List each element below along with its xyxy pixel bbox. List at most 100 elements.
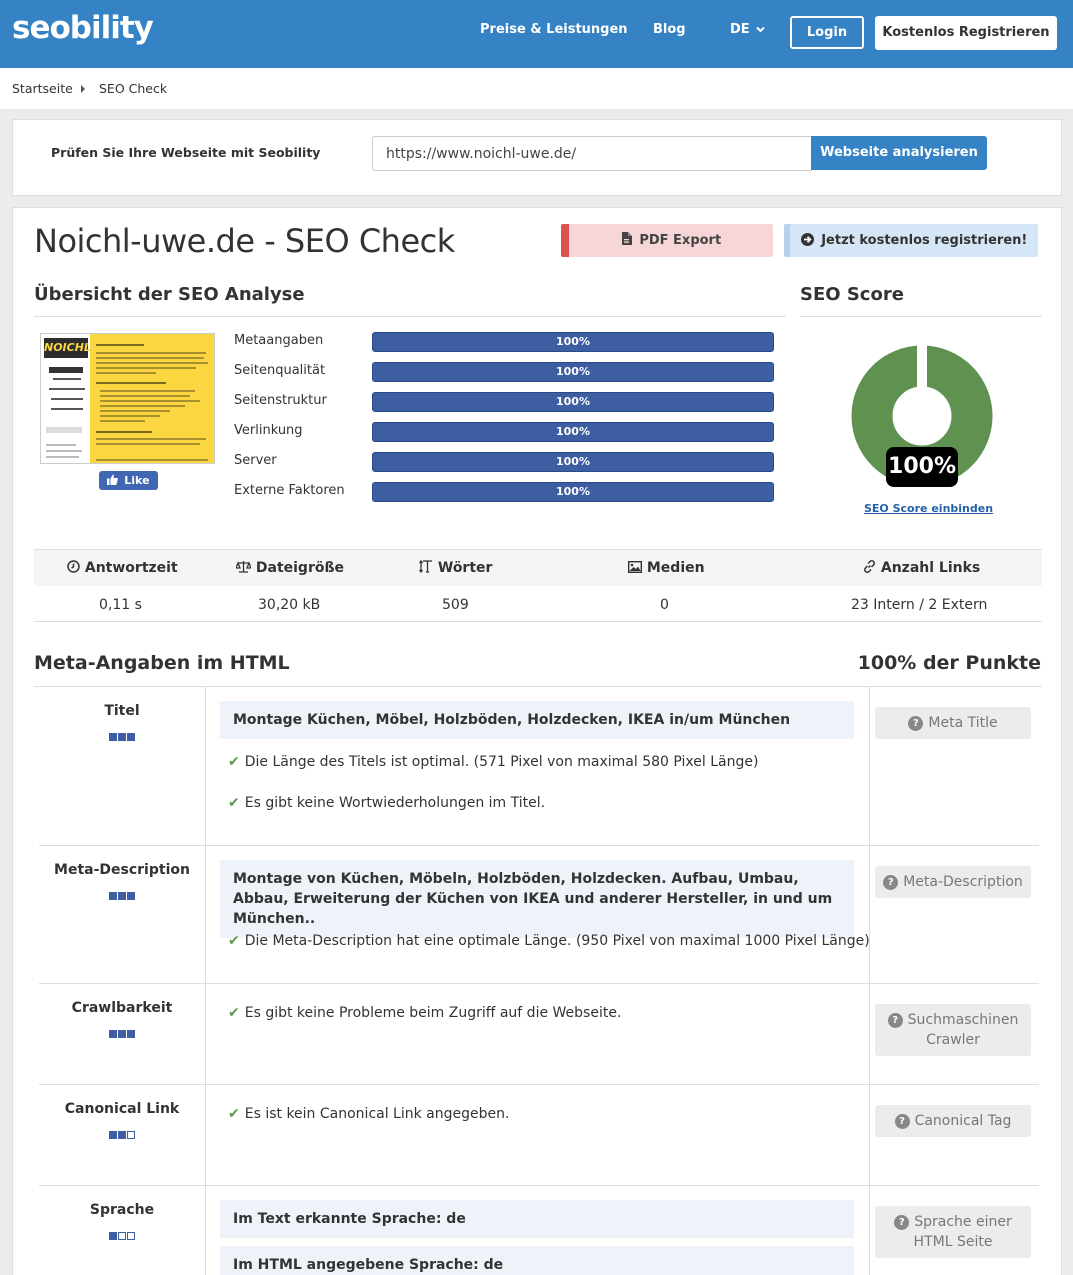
description-value-box: Montage von Küchen, Möbeln, Holzböden, H… bbox=[220, 860, 854, 938]
balance-scale-icon bbox=[235, 561, 252, 573]
importance-indicator bbox=[39, 1023, 205, 1042]
seo-score-heading: SEO Score bbox=[800, 284, 904, 305]
help-meta-description-button[interactable]: ? Meta-Description bbox=[875, 866, 1031, 898]
check-icon: ✔ bbox=[228, 1106, 240, 1122]
check-text: Es ist kein Canonical Link angegeben. bbox=[244, 1106, 510, 1122]
thumbnail-text-line bbox=[96, 459, 208, 461]
main-panel: Noichl-uwe.de - SEO Check PDF Export Jet… bbox=[12, 207, 1062, 1275]
seo-score-embed-link[interactable]: SEO Score einbinden bbox=[864, 502, 993, 515]
overview-heading: Übersicht der SEO Analyse bbox=[34, 284, 305, 305]
thumbnail-text-line bbox=[96, 362, 208, 364]
thumbnail-logo: NOICHL bbox=[44, 338, 91, 358]
thumbnail-nav-line bbox=[46, 450, 82, 452]
importance-dot-empty bbox=[127, 1131, 135, 1139]
thumbnail-text-line bbox=[100, 420, 145, 422]
stat-words: Wörter bbox=[418, 559, 493, 576]
importance-dot-empty bbox=[118, 1232, 126, 1240]
help-canonical-button[interactable]: ? Canonical Tag bbox=[875, 1105, 1031, 1137]
score-bar-externe-faktoren: 100% bbox=[372, 482, 774, 502]
column-divider bbox=[205, 686, 206, 1275]
importance-dot bbox=[127, 1030, 135, 1038]
row-divider bbox=[39, 1185, 1039, 1186]
check-panel: Prüfen Sie Ihre Webseite mit Seobility W… bbox=[12, 119, 1062, 196]
check-text: Es gibt keine Probleme beim Zugriff auf … bbox=[244, 1005, 622, 1021]
check-icon: ✔ bbox=[228, 933, 240, 949]
meta-section-points: 100% der Punkte bbox=[857, 652, 1041, 674]
row-divider bbox=[39, 1084, 1039, 1085]
thumbnail-text-line bbox=[100, 415, 160, 417]
row-label-crawlbarkeit: Crawlbarkeit bbox=[71, 1000, 173, 1016]
row-label-meta-description: Meta-Description bbox=[54, 862, 190, 878]
pdf-export-button[interactable]: PDF Export bbox=[561, 224, 773, 257]
title-length-check: ✔ Die Länge des Titels ist optimal. (571 … bbox=[228, 754, 758, 770]
importance-dot bbox=[118, 1131, 126, 1139]
meta-divider bbox=[34, 686, 1042, 687]
nav-blog[interactable]: Blog bbox=[653, 22, 686, 37]
overview-divider bbox=[34, 316, 786, 317]
importance-indicator bbox=[39, 885, 205, 904]
language-selector[interactable]: DE bbox=[730, 22, 765, 37]
stat-links: Anzahl Links bbox=[863, 560, 980, 576]
score-label-externe-faktoren: Externe Faktoren bbox=[234, 483, 345, 498]
stat-value-words: 509 bbox=[442, 597, 469, 613]
link-icon bbox=[864, 560, 875, 573]
analyze-button[interactable]: Webseite analysieren bbox=[811, 136, 987, 170]
help-label: Sprache einer HTML Seite bbox=[913, 1214, 1012, 1250]
importance-indicator bbox=[39, 726, 205, 745]
seo-score-value: 100% bbox=[886, 447, 958, 487]
question-icon: ? bbox=[894, 1215, 910, 1230]
question-icon: ? bbox=[908, 716, 924, 731]
seobility-logo[interactable]: seobility bbox=[12, 10, 154, 46]
thumbnail-text-line bbox=[100, 390, 195, 392]
importance-dot bbox=[127, 892, 135, 900]
url-input[interactable] bbox=[372, 136, 812, 171]
stat-header-label: Wörter bbox=[437, 560, 493, 576]
login-button[interactable]: Login bbox=[790, 16, 864, 49]
question-icon: ? bbox=[887, 1013, 903, 1028]
thumbnail-nav-line bbox=[49, 367, 83, 373]
html-language-box: Im HTML angegebene Sprache: de bbox=[220, 1246, 854, 1275]
top-header: seobility Preise & Leistungen Blog DE Lo… bbox=[0, 0, 1073, 68]
check-text: Es gibt keine Wortwiederholungen im Tite… bbox=[244, 795, 546, 811]
text-language-box: Im Text erkannte Sprache: de bbox=[220, 1200, 854, 1238]
help-language-button[interactable]: ? Sprache einer HTML Seite bbox=[875, 1206, 1031, 1258]
breadcrumb-home[interactable]: Startseite bbox=[12, 81, 73, 96]
stat-value-response-time: 0,11 s bbox=[99, 597, 142, 613]
help-crawler-button[interactable]: ? Suchmaschinen Crawler bbox=[875, 1004, 1031, 1056]
thumbnail-text-line bbox=[96, 372, 156, 374]
help-meta-title-button[interactable]: ? Meta Title bbox=[875, 707, 1031, 739]
score-bar-seitenstruktur: 100% bbox=[372, 392, 774, 412]
check-label: Prüfen Sie Ihre Webseite mit Seobility bbox=[51, 145, 321, 160]
importance-dot bbox=[127, 733, 135, 741]
score-bar-verlinkung: 100% bbox=[372, 422, 774, 442]
pdf-file-icon bbox=[621, 232, 632, 245]
score-divider bbox=[800, 316, 1042, 317]
thumbnail-nav-line bbox=[46, 444, 76, 446]
thumbnail-text-line bbox=[96, 367, 196, 369]
facebook-like-button[interactable]: Like bbox=[99, 471, 158, 490]
crawl-check: ✔ Es gibt keine Probleme beim Zugriff auf… bbox=[228, 1005, 621, 1021]
help-label: Meta-Description bbox=[903, 874, 1023, 890]
thumbnail-text-line bbox=[96, 382, 166, 384]
title-value-box: Montage Küchen, Möbel, Holzböden, Holzde… bbox=[220, 701, 854, 739]
stat-file-size: Dateigröße bbox=[235, 560, 345, 576]
stats-divider bbox=[34, 621, 1042, 622]
thumbnail-nav-line bbox=[51, 408, 83, 410]
stat-media: Medien bbox=[627, 560, 705, 576]
help-label: Suchmaschinen Crawler bbox=[907, 1012, 1019, 1048]
thumbnail-nav-line bbox=[46, 456, 79, 458]
help-label: Canonical Tag bbox=[914, 1113, 1012, 1129]
score-bar-metaangaben: 100% bbox=[372, 332, 774, 352]
thumbnail-text-line bbox=[96, 438, 206, 440]
thumbnail-text-line bbox=[100, 405, 185, 407]
breadcrumb: Startseite SEO Check bbox=[0, 68, 1073, 109]
language-label: DE bbox=[730, 22, 750, 37]
stat-header-label: Dateigröße bbox=[255, 560, 345, 576]
help-label: Meta Title bbox=[928, 715, 998, 731]
register-free-label: Jetzt kostenlos registrieren! bbox=[821, 233, 1028, 248]
register-free-button[interactable]: Jetzt kostenlos registrieren! bbox=[784, 224, 1038, 257]
nav-pricing[interactable]: Preise & Leistungen bbox=[480, 22, 628, 37]
description-length-check: ✔ Die Meta-Description hat eine optimale … bbox=[228, 933, 870, 949]
register-button[interactable]: Kostenlos Registrieren bbox=[875, 16, 1057, 50]
importance-dot bbox=[109, 1232, 117, 1240]
